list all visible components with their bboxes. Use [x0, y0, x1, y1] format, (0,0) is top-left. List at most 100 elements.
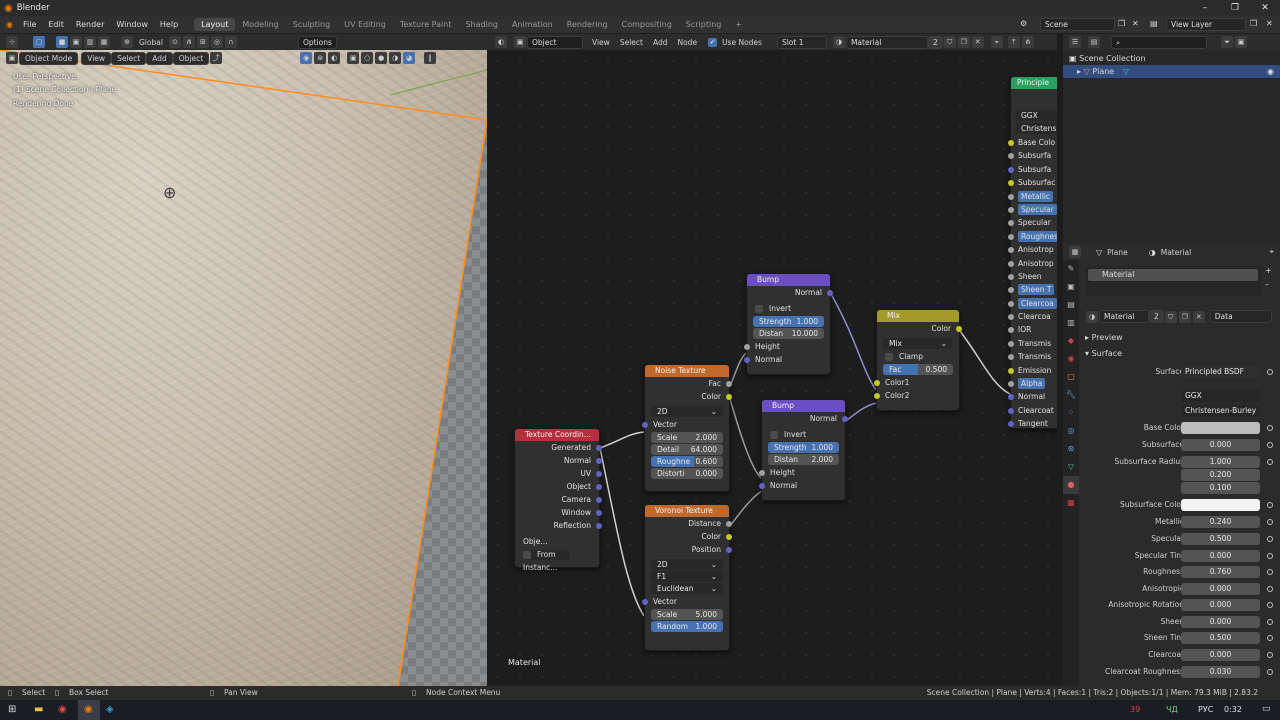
- from-instancer-checkbox[interactable]: From Instanc...: [515, 548, 599, 572]
- tool-tab-icon[interactable]: ✎: [1063, 260, 1079, 278]
- select-mode-invert-icon[interactable]: ▦: [98, 36, 110, 48]
- link-dropdown[interactable]: Data: [1209, 310, 1272, 323]
- properties-editor-type-icon[interactable]: ▦: [1069, 246, 1081, 258]
- bsdf-input-socket[interactable]: [1008, 153, 1014, 160]
- distribution-dropdown[interactable]: GGX: [1181, 390, 1260, 402]
- bsdf-input-row[interactable]: Subsurfa: [1008, 149, 1057, 162]
- socket-normal-out[interactable]: [827, 290, 833, 296]
- snap-nodes-icon[interactable]: ⋔: [1021, 36, 1034, 48]
- close-button[interactable]: ✕: [1250, 0, 1280, 16]
- object-mode-dropdown[interactable]: Object Mode: [19, 51, 79, 65]
- distribution-dropdown[interactable]: GGX: [1015, 110, 1057, 121]
- bsdf-input-socket[interactable]: [1008, 394, 1014, 401]
- xray-icon[interactable]: ▣: [347, 52, 360, 64]
- pivot-icon[interactable]: ⊙: [168, 36, 181, 48]
- wireframe-shading-icon[interactable]: ○: [361, 52, 374, 64]
- telegram-icon[interactable]: ◈: [106, 704, 114, 715]
- add-slot-icon[interactable]: +: [1265, 266, 1272, 275]
- blender-menu-icon[interactable]: ◉: [6, 20, 13, 29]
- property-value-field[interactable]: 0.030: [1181, 666, 1260, 678]
- eye-icon[interactable]: ◉: [1267, 65, 1274, 78]
- node-menu-node[interactable]: Node: [672, 38, 702, 47]
- duplicate-material-icon[interactable]: ❐: [957, 36, 970, 48]
- bsdf-input-row[interactable]: Normal: [1008, 390, 1057, 403]
- voronoi-dimensions-dropdown[interactable]: 2D ⌄: [651, 559, 723, 570]
- socket-distance[interactable]: [726, 521, 732, 527]
- bump-distance-field[interactable]: Distan 2.000: [768, 454, 839, 465]
- blend-mode-dropdown[interactable]: Mix ⌄: [883, 338, 953, 349]
- 3d-viewport[interactable]: User Perspective (1) Scene Collection | …: [0, 50, 487, 686]
- bsdf-input-socket[interactable]: [1008, 381, 1014, 388]
- bsdf-input-row[interactable]: Metallic: [1008, 190, 1057, 203]
- bsdf-input-socket[interactable]: [1008, 314, 1014, 321]
- socket-uv[interactable]: [596, 471, 602, 477]
- noise-roughness-field[interactable]: Roughne 0.600: [651, 456, 723, 467]
- view-layer-tab-icon[interactable]: ▥: [1063, 314, 1079, 332]
- new-collection-icon[interactable]: ▣: [1235, 36, 1247, 48]
- snap-icon[interactable]: ⋔: [182, 36, 195, 48]
- viewport-options-button[interactable]: Options: [297, 35, 337, 49]
- node-menu-select[interactable]: Select: [615, 38, 648, 47]
- bump-distance-field[interactable]: Distan 10.000: [753, 328, 824, 339]
- bsdf-input-socket[interactable]: [1008, 407, 1014, 414]
- bsdf-input-socket[interactable]: [1008, 180, 1014, 187]
- socket-normal-in[interactable]: [744, 357, 750, 363]
- voronoi-randomness-field[interactable]: Random 1.000: [651, 621, 723, 632]
- bump-strength-field[interactable]: Strength 1.000: [753, 316, 824, 327]
- bsdf-input-row[interactable]: Clearcoa: [1008, 310, 1057, 323]
- pin-icon[interactable]: ⌖: [990, 36, 1003, 48]
- noise-scale-field[interactable]: Scale 2.000: [651, 432, 723, 443]
- bsdf-input-socket[interactable]: [1008, 421, 1014, 428]
- new-scene-icon[interactable]: ❐: [1118, 19, 1125, 28]
- tab-uv-editing[interactable]: UV Editing: [337, 18, 393, 31]
- mesh-data-icon[interactable]: ▽: [1123, 67, 1129, 76]
- invert-checkbox[interactable]: Invert: [747, 302, 830, 315]
- new-view-layer-icon[interactable]: ❐: [1250, 19, 1257, 28]
- rendered-shading-icon[interactable]: ◕: [403, 52, 416, 64]
- material-name-field[interactable]: Material: [845, 35, 928, 49]
- property-socket-dot[interactable]: [1267, 536, 1273, 542]
- menu-window[interactable]: Window: [110, 20, 154, 29]
- property-socket-dot[interactable]: [1267, 502, 1273, 508]
- chrome-icon[interactable]: ◉: [58, 704, 67, 715]
- maximize-button[interactable]: ❐: [1220, 0, 1250, 16]
- bump-strength-field[interactable]: Strength 1.000: [768, 442, 839, 453]
- delete-scene-icon[interactable]: ✕: [1132, 19, 1139, 28]
- viewport-menu-select[interactable]: Select: [111, 51, 147, 65]
- remove-slot-icon[interactable]: –: [1265, 280, 1269, 289]
- bsdf-input-socket[interactable]: [1008, 287, 1014, 294]
- menu-file[interactable]: File: [17, 20, 42, 29]
- object-picker[interactable]: Obje...: [515, 535, 599, 560]
- surface-socket-dot[interactable]: [1267, 369, 1273, 375]
- display-mode-icon[interactable]: ▤: [1088, 36, 1100, 48]
- node-menu-view[interactable]: View: [587, 38, 615, 47]
- notifications-icon[interactable]: ▭: [1262, 704, 1271, 714]
- socket-color-out[interactable]: [956, 326, 962, 332]
- view-layer-selector[interactable]: View Layer: [1166, 18, 1246, 31]
- socket-object[interactable]: [596, 484, 602, 490]
- property-value-field[interactable]: 0.000: [1181, 616, 1260, 628]
- bsdf-input-socket[interactable]: [1008, 273, 1014, 280]
- tab-layout[interactable]: Layout: [194, 18, 236, 31]
- editor-type-icon[interactable]: ⊹: [6, 36, 18, 48]
- bsdf-input-socket[interactable]: [1008, 193, 1014, 200]
- property-value-field[interactable]: 0.240: [1181, 516, 1260, 528]
- noise-detail-field[interactable]: Detail 64.000: [651, 444, 723, 455]
- select-mode-extend-icon[interactable]: ▣: [70, 36, 82, 48]
- minimize-button[interactable]: –: [1190, 0, 1220, 16]
- bsdf-input-socket[interactable]: [1008, 220, 1014, 227]
- property-value-field[interactable]: [1181, 422, 1260, 434]
- material-users-count[interactable]: 2: [927, 35, 943, 49]
- transform-gizmo-icon[interactable]: ⤴: [210, 52, 223, 64]
- bsdf-input-row[interactable]: Base Colo: [1008, 136, 1057, 149]
- voronoi-scale-field[interactable]: Scale 5.000: [651, 609, 723, 620]
- property-value-field[interactable]: 0.000: [1181, 583, 1260, 595]
- socket-fac[interactable]: [726, 381, 732, 387]
- viewport-menu-add[interactable]: Add: [146, 51, 173, 65]
- overlay-icon[interactable]: ◐: [328, 52, 341, 64]
- voronoi-feature-dropdown[interactable]: F1 ⌄: [651, 571, 723, 582]
- select-tool-icon[interactable]: ▢: [33, 36, 45, 48]
- bsdf-input-row[interactable]: Subsurfac: [1008, 176, 1057, 189]
- scene-tab-icon[interactable]: ◆: [1063, 332, 1079, 350]
- socket-height[interactable]: [759, 470, 765, 476]
